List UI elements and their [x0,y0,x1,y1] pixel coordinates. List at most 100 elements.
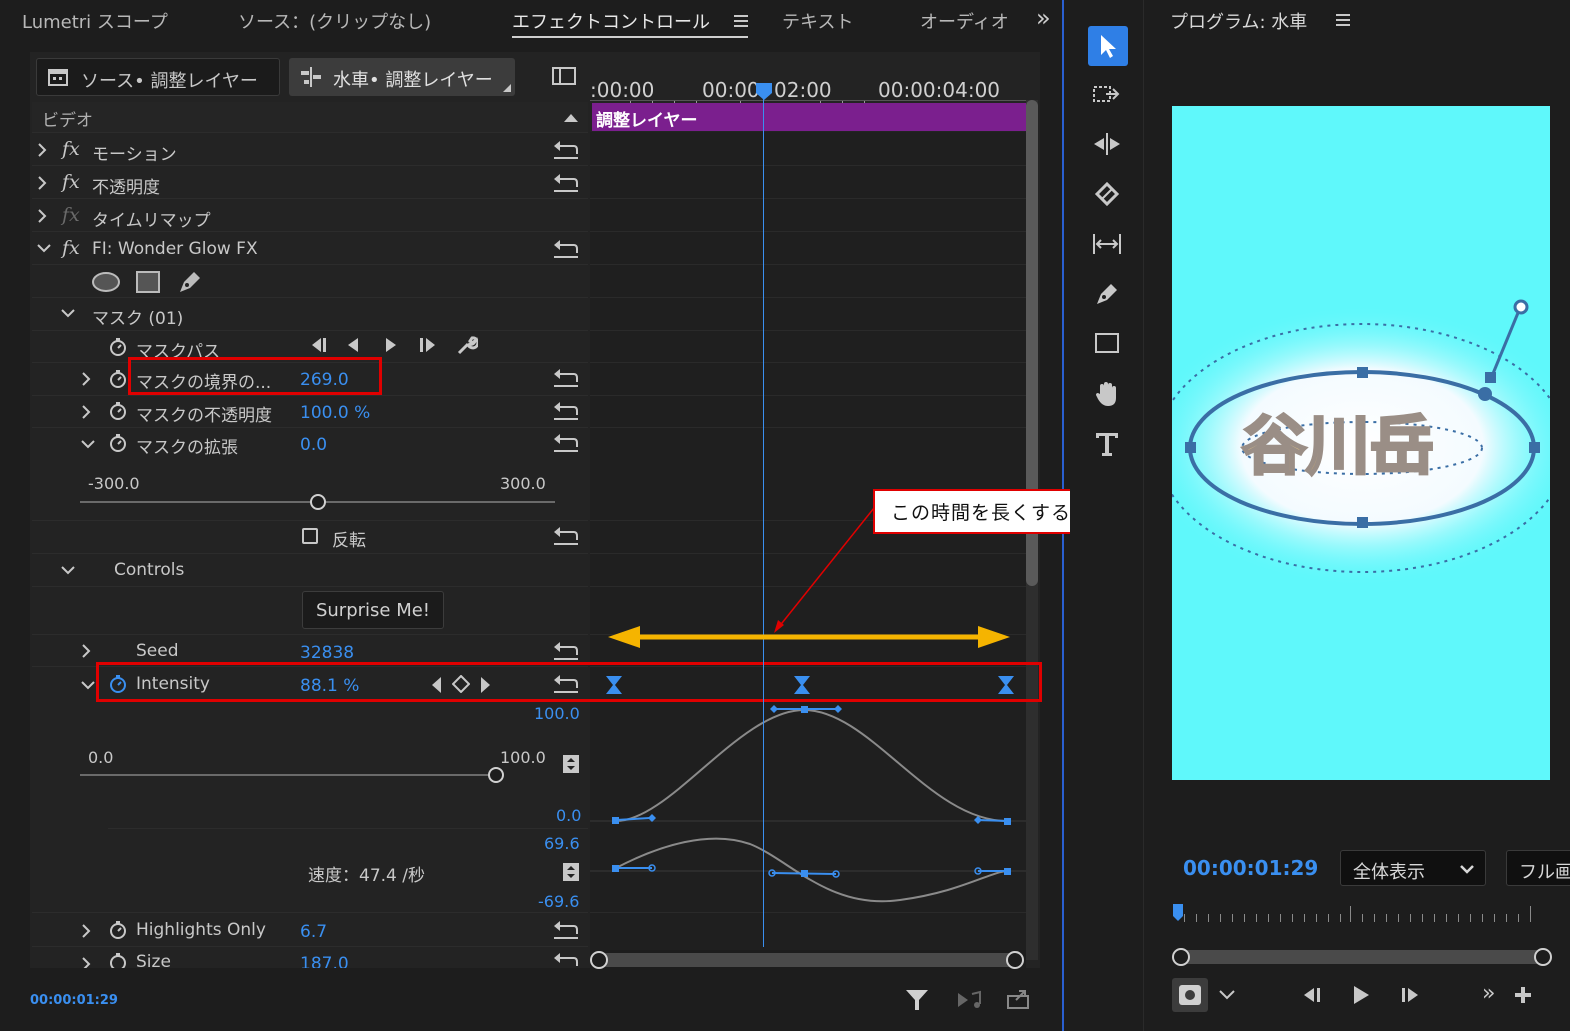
track-previous-frame-icon[interactable] [344,336,362,354]
source-clip-button[interactable]: ソース• 調整レイヤー [36,58,280,96]
program-zoom-handle-right[interactable] [1534,948,1552,966]
collapse-up-icon[interactable] [564,113,578,123]
step-back-icon[interactable] [1300,986,1324,1004]
stopwatch-icon[interactable] [108,369,128,389]
chevron-down-icon[interactable] [1218,988,1236,1002]
reset-icon[interactable] [552,239,580,261]
expansion-slider-handle[interactable] [309,494,326,510]
expand-chevron-right-icon[interactable] [78,956,94,968]
tab-lumetri-scopes[interactable]: Lumetri スコープ [22,8,168,34]
pen-tool[interactable] [1086,274,1128,314]
expand-chevron-right-icon[interactable] [78,371,94,387]
expand-chevron-right-icon[interactable] [34,175,50,191]
reset-icon[interactable] [552,401,580,423]
selection-tool[interactable] [1088,26,1128,66]
intensity-value-graph[interactable] [590,700,1026,910]
zoom-handle-right[interactable] [1006,951,1024,969]
mask-opacity-value[interactable]: 100.0 % [300,403,370,423]
expand-chevron-right-icon[interactable] [78,923,94,939]
track-next-frame-icon[interactable] [382,336,400,354]
add-button-icon[interactable] [1514,986,1532,1004]
mask-expansion-value[interactable]: 0.0 [300,435,327,455]
fx-badge-icon[interactable]: fx [62,138,80,160]
reset-icon[interactable] [552,173,580,195]
highlights-only-value[interactable]: 6.7 [300,922,327,942]
filter-icon[interactable] [905,988,929,1012]
fx-badge-icon[interactable]: fx [62,171,80,193]
graph-scale-icon[interactable] [562,754,580,774]
razor-tool[interactable] [1086,174,1128,214]
hamburger-menu-icon[interactable] [734,13,748,27]
intensity-slider-handle[interactable] [487,767,504,783]
stopwatch-icon[interactable] [108,337,128,357]
program-preview-frame[interactable]: 谷川岳 [1172,106,1550,780]
expand-chevron-down-icon[interactable] [80,436,96,452]
reset-icon[interactable] [552,140,580,162]
expand-chevron-right-icon[interactable] [34,208,50,224]
toggle-timeline-icon[interactable] [552,66,576,86]
more-controls-icon[interactable]: » [1482,981,1495,1006]
program-monitor-title[interactable]: プログラム: 水車 [1170,8,1307,34]
expand-chevron-right-icon[interactable] [78,404,94,420]
expand-chevron-right-icon[interactable] [34,142,50,158]
fx-badge-icon[interactable]: fx [62,237,80,259]
pen-mask-icon[interactable] [176,268,204,296]
export-icon[interactable] [1006,988,1030,1010]
hand-tool[interactable] [1086,374,1128,414]
tab-effect-controls[interactable]: エフェクトコントロール [512,8,710,34]
type-tool[interactable] [1086,424,1128,464]
expand-chevron-down-icon[interactable] [60,305,76,321]
rectangle-tool[interactable] [1086,324,1128,364]
tabs-overflow-icon[interactable]: » [1036,4,1051,32]
step-forward-icon[interactable] [1398,986,1422,1004]
add-marker-button[interactable] [1172,978,1208,1012]
quality-dropdown[interactable]: フル画 [1506,850,1570,886]
intensity-slider-track[interactable] [80,774,502,776]
reset-icon[interactable] [552,641,580,663]
expand-chevron-down-icon[interactable] [80,677,96,693]
reset-icon[interactable] [552,526,580,548]
tab-audio[interactable]: オーディオ [920,8,1030,34]
playhead-handle[interactable] [754,83,774,101]
track-backward-icon[interactable] [308,336,330,354]
play-icon[interactable] [1350,984,1372,1006]
sequence-clip-button[interactable]: 水車• 調整レイヤー [289,58,515,96]
reset-icon[interactable] [552,920,580,942]
tab-text[interactable]: テキスト [782,8,853,34]
tab-source[interactable]: ソース：(クリップなし) [238,8,431,34]
rectangle-mask-icon[interactable] [134,270,162,294]
wrench-icon[interactable] [456,334,478,356]
stopwatch-icon[interactable] [108,433,128,453]
expand-chevron-down-icon[interactable] [60,562,76,578]
program-menu-icon[interactable] [1336,13,1350,27]
track-forward-icon[interactable] [418,336,440,354]
program-timecode[interactable]: 00:00:01:29 [1183,856,1318,880]
zoom-dropdown[interactable]: 全体表示 [1340,850,1486,886]
play-audio-icon[interactable] [956,990,982,1010]
size-value[interactable]: 187.0 [300,954,349,968]
expand-chevron-down-icon[interactable] [36,240,52,256]
track-select-tool[interactable] [1086,74,1128,114]
reset-icon[interactable] [552,433,580,455]
seed-value[interactable]: 32838 [300,643,354,663]
ellipse-mask-icon[interactable] [90,270,122,294]
ripple-edit-tool[interactable] [1086,124,1128,164]
surprise-me-button[interactable]: Surprise Me! [302,591,444,629]
invert-checkbox[interactable] [302,528,318,544]
slip-tool[interactable] [1086,224,1128,264]
expand-chevron-right-icon[interactable] [78,643,94,659]
stopwatch-icon[interactable] [108,952,128,968]
slip-icon [1093,234,1121,254]
graph-scale-icon[interactable] [562,862,580,882]
reset-icon[interactable] [552,368,580,390]
timeline-zoom-bar[interactable] [600,953,1016,967]
reset-icon[interactable] [552,952,580,968]
program-mini-ruler[interactable] [1172,900,1550,926]
bottom-timecode[interactable]: 00:00:01:29 [30,993,118,1008]
program-zoom-handle-left[interactable] [1172,948,1190,966]
stopwatch-icon[interactable] [108,920,128,940]
zoom-handle-left[interactable] [590,951,608,969]
program-zoom-bar[interactable] [1180,950,1544,964]
fx-badge-icon[interactable]: fx [62,204,80,226]
stopwatch-icon[interactable] [108,401,128,421]
